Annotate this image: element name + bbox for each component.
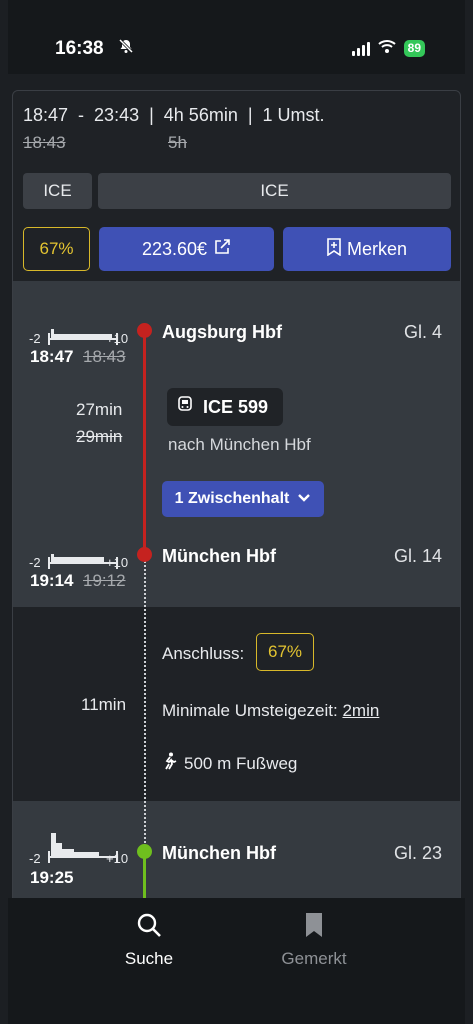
intermediate-stops-label: 1 Zwischenhalt — [174, 490, 290, 507]
origin-platform: Gl. 4 — [403, 322, 442, 342]
train-direction: nach München Hbf — [168, 435, 311, 454]
train-name: ICE 599 — [203, 396, 269, 417]
origin-station: Augsburg Hbf — [162, 322, 282, 342]
walk-info: 500 m Fußweg — [162, 752, 297, 775]
journey-summary: 18:47 - 23:43 | 4h 56min | 1 Umst. — [23, 105, 325, 125]
intermediate-stops-button[interactable]: 1 Zwischenhalt — [162, 481, 324, 517]
dest-platform: Gl. 14 — [393, 546, 442, 566]
origin-time: 18:47 — [30, 347, 74, 366]
dest-node — [137, 547, 152, 562]
connection-probability-badge: 67% — [23, 227, 90, 271]
scheduled-duration: 5h — [168, 133, 187, 152]
train-icon — [177, 395, 193, 419]
battery-icon: 89 — [403, 40, 425, 57]
train-chip-1: ICE — [23, 173, 92, 209]
status-time: 16:38 — [55, 38, 104, 59]
tab-bar: Suche Gemerkt — [8, 898, 465, 1024]
hist-max-label: +10 — [106, 851, 129, 866]
leg2-origin-platform: Gl. 23 — [393, 843, 442, 863]
transfer-count: 1 Umst. — [262, 105, 325, 125]
tab-bookmarks-label: Gemerkt — [281, 949, 347, 968]
dest-station: München Hbf — [162, 546, 276, 566]
chevron-down-icon — [297, 490, 311, 508]
signal-icon — [351, 41, 370, 56]
min-transfer-time: Minimale Umsteigezeit: 2min — [162, 701, 379, 721]
hist-max-label: +10 — [106, 555, 129, 570]
hist-max-label: +10 — [106, 331, 129, 346]
leg1-line — [143, 331, 146, 555]
dest-scheduled-time: 19:12 — [83, 571, 126, 590]
journey-card[interactable]: 18:47 - 23:43 | 4h 56min | 1 Umst. 18:43… — [12, 90, 461, 910]
leg2-origin-station: München Hbf — [162, 843, 276, 863]
train-chip-2: ICE — [98, 173, 451, 209]
origin-node — [137, 323, 152, 338]
leg2-origin-node — [137, 844, 152, 859]
price-label: 223.60€ — [141, 238, 208, 259]
hist-min-label: -2 — [29, 555, 41, 570]
leg1-scheduled-duration: 29min — [76, 427, 123, 446]
bookmark-button[interactable]: Merken — [283, 227, 451, 271]
train-badge[interactable]: ICE 599 — [167, 388, 283, 426]
bookmark-label: Merken — [346, 238, 408, 259]
tab-search[interactable]: Suche — [94, 912, 204, 969]
hist-min-label: -2 — [29, 851, 41, 866]
walk-distance: 500 m Fußweg — [184, 753, 298, 773]
min-transfer-value[interactable]: 2min — [342, 701, 379, 720]
scheduled-departure: 18:43 — [23, 133, 66, 152]
tab-bookmarks[interactable]: Gemerkt — [259, 912, 369, 969]
wifi-icon — [377, 39, 396, 58]
external-link-icon — [213, 238, 231, 261]
dest-time: 19:14 — [30, 571, 74, 590]
transfer-duration: 11min — [81, 695, 127, 714]
leg1-duration: 27min — [76, 400, 123, 419]
hist-min-label: -2 — [29, 331, 41, 346]
bookmark-icon — [304, 913, 324, 942]
bell-muted-icon — [118, 38, 134, 59]
price-button[interactable]: 223.60€ — [99, 227, 274, 271]
status-indicators: 89 — [351, 39, 425, 58]
connection-probability: 67% — [256, 633, 314, 671]
origin-scheduled-time: 18:43 — [83, 347, 126, 366]
journey-duration: 4h 56min — [163, 105, 238, 125]
leg2-origin-time: 19:25 — [30, 868, 74, 887]
transfer-line — [144, 557, 146, 847]
tab-search-label: Suche — [124, 949, 174, 968]
status-bar: 16:38 89 — [8, 0, 465, 74]
search-icon — [136, 913, 162, 942]
walking-icon — [162, 752, 178, 775]
arrival-time: 23:43 — [94, 105, 140, 125]
bookmark-add-icon — [327, 237, 341, 261]
connection-label: Anschluss: — [162, 644, 245, 663]
departure-time: 18:47 — [23, 105, 69, 125]
min-transfer-label: Minimale Umsteigezeit: — [162, 701, 338, 720]
